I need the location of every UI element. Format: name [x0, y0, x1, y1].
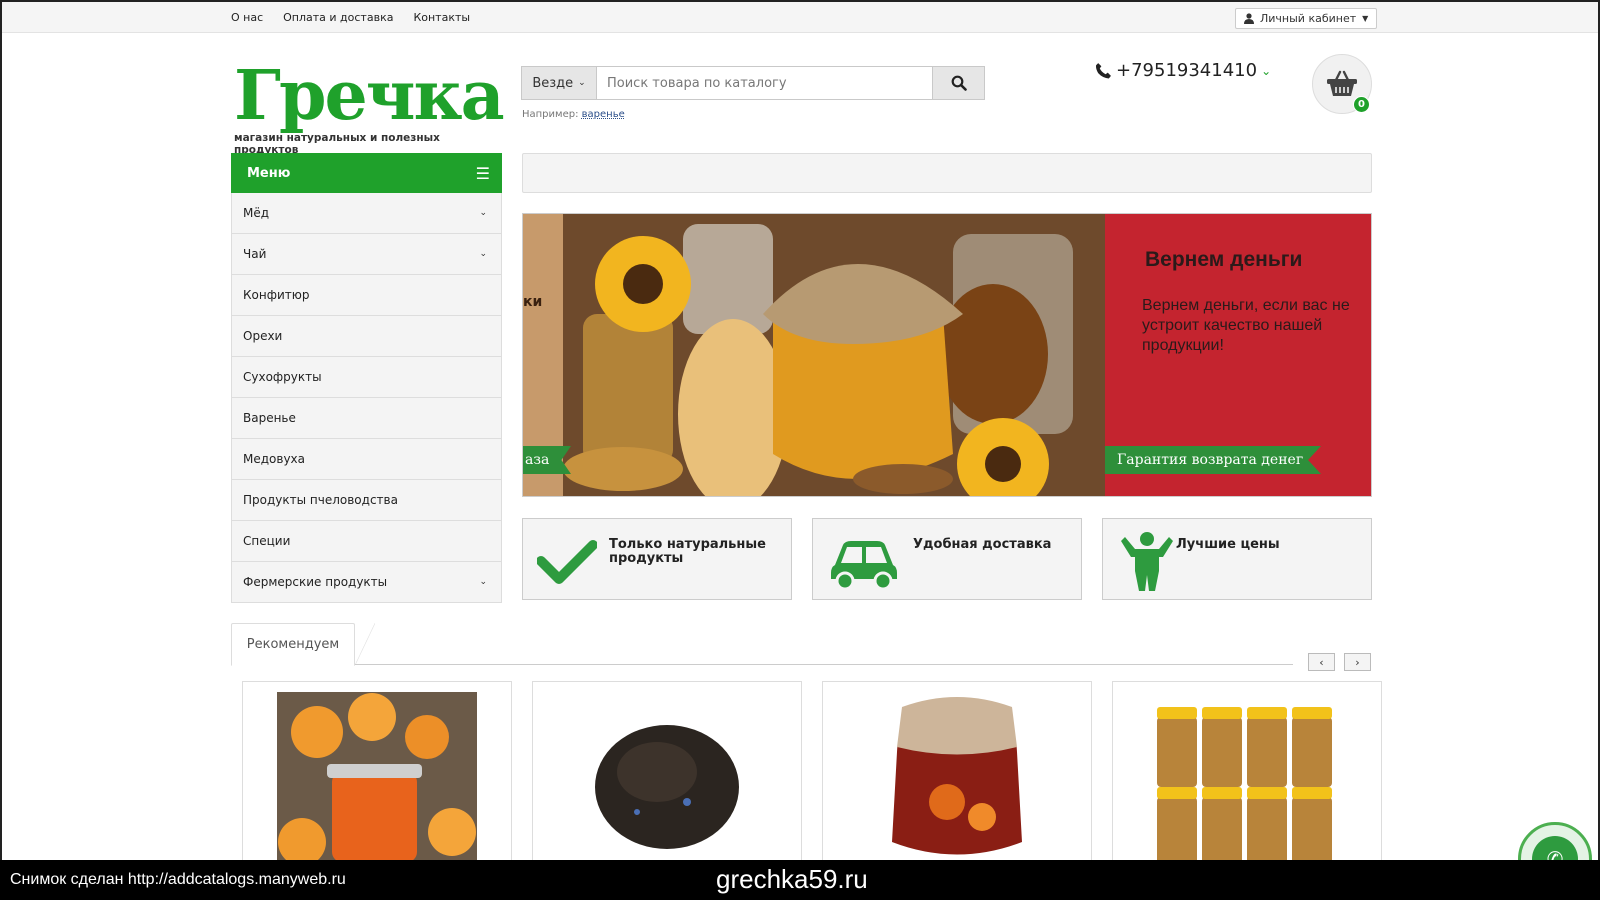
product-image-black-tea: [567, 692, 767, 860]
feature-natural-label: Только натуральные продукты: [609, 537, 766, 566]
search-scope-select[interactable]: Везде ⌄: [522, 67, 597, 99]
prev-slide-fragment: ки: [523, 294, 543, 310]
account-label: Личный кабинет: [1260, 12, 1357, 25]
checkmark-icon: [537, 540, 597, 584]
phone-number: +79519341410: [1116, 60, 1258, 81]
phone-icon: [1095, 63, 1111, 79]
product-image-honey-nuts: [1147, 692, 1347, 860]
basket-icon: [1327, 70, 1357, 96]
search-button[interactable]: [932, 67, 984, 99]
product-card-apricot-jam[interactable]: [242, 681, 512, 860]
menu-header[interactable]: Меню ☰: [231, 153, 502, 193]
tab-recommended[interactable]: Рекомендуем: [231, 623, 355, 666]
menu-item[interactable]: Чай ⌄: [231, 234, 502, 275]
feature-delivery: Удобная доставка: [812, 518, 1082, 600]
menu-item-label: Орехи: [243, 329, 283, 343]
caption-left: Снимок сделан http://addcatalogs.manyweb…: [10, 871, 346, 888]
top-links: О нас Оплата и доставка Контакты: [231, 11, 470, 24]
menu-item-label: Варенье: [243, 411, 296, 425]
menu-item-label: Медовуха: [243, 452, 306, 466]
carousel-next-button[interactable]: ›: [1344, 653, 1371, 671]
menu-item[interactable]: Конфитюр: [231, 275, 502, 316]
caption-domain: grechka59.ru: [716, 864, 868, 894]
link-payment-delivery[interactable]: Оплата и доставка: [283, 11, 393, 24]
category-menu: Меню ☰ Мёд ⌄ Чай ⌄ Конфитюр Орехи Сухофрукты Ва…: [231, 153, 502, 603]
menu-item[interactable]: Орехи: [231, 316, 502, 357]
horizontal-nav-bar: [522, 153, 1372, 193]
browser-page: О нас Оплата и доставка Контакты Личный …: [0, 0, 1600, 860]
chevron-down-icon[interactable]: ⌄: [479, 577, 487, 587]
product-card-black-tea[interactable]: [532, 681, 802, 860]
slide-ribbon: Гарантия возврата денег: [1105, 446, 1321, 474]
site-logo[interactable]: Гречка магазин натуральных и полезных пр…: [234, 56, 505, 156]
feature-prices: Лучшие цены: [1102, 518, 1372, 600]
phone-call-icon: ✆: [1532, 836, 1578, 860]
feature-natural: Только натуральные продукты: [522, 518, 792, 600]
menu-items: Мёд ⌄ Чай ⌄ Конфитюр Орехи Сухофрукты Варенье Ме…: [231, 193, 502, 603]
chevron-left-icon: ‹: [1319, 655, 1324, 669]
menu-item[interactable]: Мёд ⌄: [231, 193, 502, 234]
user-icon: [1244, 13, 1254, 24]
menu-item-label: Фермерские продукты: [243, 575, 388, 589]
menu-item-label: Специи: [243, 534, 291, 548]
tab-shadow: [355, 623, 375, 665]
callback-widget[interactable]: ✆: [1518, 822, 1592, 860]
menu-item-label: Чай: [243, 247, 267, 261]
menu-item[interactable]: Сухофрукты: [231, 357, 502, 398]
slide-text: Вернем деньги, если вас не устроит качес…: [1142, 297, 1350, 354]
caret-down-icon: ▼: [1362, 14, 1369, 23]
menu-item[interactable]: Медовуха: [231, 439, 502, 480]
link-about[interactable]: О нас: [231, 11, 263, 24]
phone-dropdown[interactable]: +79519341410 ⌄: [1095, 60, 1271, 81]
car-icon: [831, 541, 897, 591]
logo-wordmark: Гречка: [234, 56, 505, 136]
search-example-prefix: Например:: [522, 109, 579, 120]
promo-slider[interactable]: ки аза Вернем деньги Вернем деньги, если…: [522, 213, 1372, 497]
search-example: Например: варенье: [522, 109, 625, 120]
chevron-right-icon: ›: [1355, 655, 1360, 669]
screenshot-caption-bar: Снимок сделан http://addcatalogs.manyweb…: [0, 860, 1600, 900]
search-input[interactable]: [597, 67, 932, 99]
product-image-apricot-jam: [277, 692, 477, 860]
product-card-jam-jar[interactable]: [822, 681, 1092, 860]
slide-title: Вернем деньги: [1145, 248, 1303, 271]
tab-underline: [231, 664, 1293, 665]
menu-item-label: Продукты пчеловодства: [243, 493, 398, 507]
chevron-down-icon: ⌄: [1261, 63, 1272, 78]
search-icon: [951, 75, 967, 91]
product-image-jam-jar: [857, 692, 1057, 860]
product-card-honey-nuts[interactable]: [1112, 681, 1382, 860]
menu-item[interactable]: Продукты пчеловодства: [231, 480, 502, 521]
menu-item-label: Сухофрукты: [243, 370, 322, 384]
search-example-link[interactable]: варенье: [582, 109, 625, 120]
menu-item[interactable]: Варенье: [231, 398, 502, 439]
top-bar: О нас Оплата и доставка Контакты Личный …: [2, 2, 1598, 33]
menu-item-label: Мёд: [243, 206, 270, 220]
search-bar: Везде ⌄: [521, 66, 985, 100]
menu-item[interactable]: Фермерские продукты ⌄: [231, 562, 502, 603]
search-scope-value: Везде: [532, 75, 574, 91]
honey-jars-illustration: [523, 214, 1105, 496]
account-dropdown[interactable]: Личный кабинет ▼: [1235, 8, 1378, 29]
person-icon: [1121, 532, 1173, 591]
feature-prices-label: Лучшие цены: [1176, 537, 1280, 552]
cart-button[interactable]: 0: [1312, 54, 1372, 114]
menu-item[interactable]: Специи: [231, 521, 502, 562]
link-contacts[interactable]: Контакты: [413, 11, 470, 24]
cart-count-badge: 0: [1353, 96, 1370, 113]
feature-delivery-label: Удобная доставка: [913, 537, 1052, 552]
chevron-down-icon: ⌄: [578, 78, 586, 88]
menu-item-label: Конфитюр: [243, 288, 310, 302]
hamburger-icon: ☰: [475, 163, 490, 183]
chevron-down-icon[interactable]: ⌄: [479, 208, 487, 218]
slide-image-honey: [523, 214, 1105, 496]
menu-title: Меню: [247, 165, 291, 181]
chevron-down-icon[interactable]: ⌄: [479, 249, 487, 259]
carousel-prev-button[interactable]: ‹: [1308, 653, 1335, 671]
